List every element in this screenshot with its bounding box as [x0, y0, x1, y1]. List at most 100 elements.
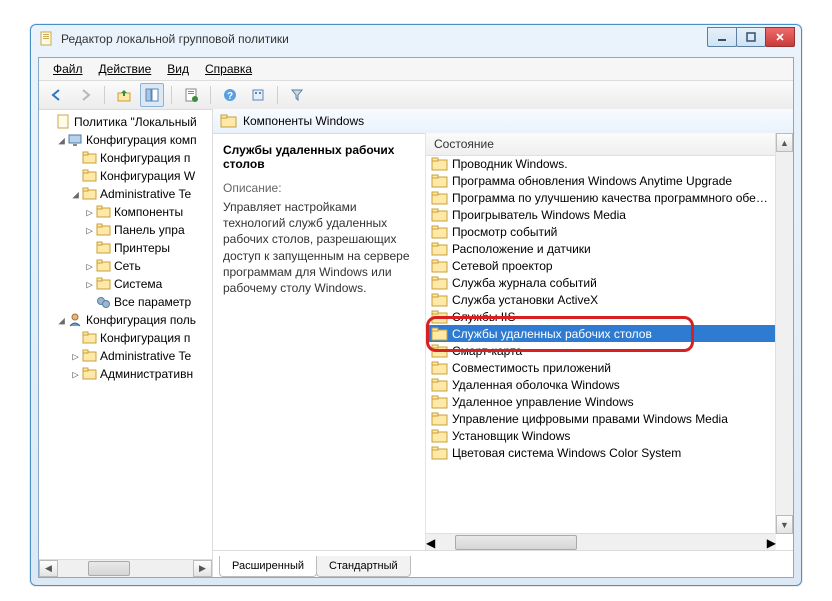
desc-text: Управляет настройками технологий служб у…: [223, 199, 415, 296]
scroll-left-button[interactable]: ◀: [426, 536, 435, 550]
scroll-right-button[interactable]: ▶: [193, 560, 212, 577]
list-item[interactable]: Удаленное управление Windows: [426, 393, 776, 410]
list-item-label: Сетевой проектор: [452, 259, 553, 273]
list-item[interactable]: Расположение и датчики: [426, 240, 776, 257]
list-item[interactable]: Службы IIS: [426, 308, 776, 325]
toolbar-separator: [210, 86, 211, 104]
list-hscroll[interactable]: ◀ ▶: [426, 533, 776, 551]
tree-hscroll[interactable]: ◀ ▶: [39, 559, 212, 577]
list-vscroll[interactable]: ▲ ▼: [775, 133, 793, 534]
list-item[interactable]: Просмотр событий: [426, 223, 776, 240]
tree-item[interactable]: Конфигурация W: [39, 167, 212, 185]
properties-button[interactable]: [179, 83, 203, 107]
folder-icon: [432, 360, 448, 376]
scroll-thumb[interactable]: [88, 561, 130, 576]
toolbar-separator: [277, 86, 278, 104]
list-item[interactable]: Установщик Windows: [426, 427, 776, 444]
tree-admin-templates[interactable]: ◢Administrative Te: [39, 185, 212, 203]
list-item[interactable]: Службы удаленных рабочих столов: [426, 325, 776, 342]
scroll-up-button[interactable]: ▲: [776, 133, 793, 152]
tree-item[interactable]: ▷Административн: [39, 365, 212, 383]
folder-icon: [432, 275, 448, 291]
folder-icon: [432, 394, 448, 410]
window-frame: Редактор локальной групповой политики Фа…: [30, 24, 802, 586]
list-item[interactable]: Сетевой проектор: [426, 257, 776, 274]
menu-help[interactable]: Справка: [197, 58, 260, 80]
scroll-left-button[interactable]: ◀: [39, 560, 58, 577]
minimize-button[interactable]: [707, 27, 737, 47]
menu-file[interactable]: Файл: [45, 58, 91, 80]
list-item[interactable]: Смарт-карта: [426, 342, 776, 359]
tree-item[interactable]: ▷Administrative Te: [39, 347, 212, 365]
folder-icon: [432, 241, 448, 257]
list-item[interactable]: Удаленная оболочка Windows: [426, 376, 776, 393]
list-item-label: Программа обновления Windows Anytime Upg…: [452, 174, 732, 188]
toolbar: ?: [39, 81, 793, 110]
breadcrumb: Компоненты Windows: [213, 109, 793, 134]
tree-item[interactable]: Конфигурация п: [39, 149, 212, 167]
svg-text:?: ?: [227, 91, 233, 102]
item-list: Проводник Windows. Программа обновления W…: [426, 155, 776, 534]
app-icon: [39, 31, 55, 47]
list-item-label: Установщик Windows: [452, 429, 570, 443]
tree-item[interactable]: ▷Панель упра: [39, 221, 212, 239]
list-item-label: Службы удаленных рабочих столов: [452, 327, 652, 341]
scroll-right-button[interactable]: ▶: [767, 536, 776, 550]
up-level-button[interactable]: [112, 83, 136, 107]
client-area: Файл Действие Вид Справка ? Политика "Ло…: [38, 57, 794, 578]
help-button[interactable]: ?: [218, 83, 242, 107]
folder-icon: [432, 258, 448, 274]
list-item-label: Расположение и датчики: [452, 242, 591, 256]
filter-button[interactable]: [285, 83, 309, 107]
toolbar-separator: [171, 86, 172, 104]
nav-forward-button[interactable]: [73, 83, 97, 107]
titlebar[interactable]: Редактор локальной групповой политики: [31, 25, 801, 53]
tree-computer-config[interactable]: ◢Конфигурация комп: [39, 131, 212, 149]
folder-icon: [432, 224, 448, 240]
list-item-label: Удаленное управление Windows: [452, 395, 634, 409]
list-panel: Состояние Проводник Windows. Программа об…: [426, 133, 793, 551]
list-item-label: Служба журнала событий: [452, 276, 597, 290]
maximize-button[interactable]: [736, 27, 766, 47]
folder-icon: [432, 326, 448, 342]
list-item[interactable]: Проигрыватель Windows Media: [426, 206, 776, 223]
list-item-label: Проводник Windows.: [452, 157, 568, 171]
list-item[interactable]: Служба установки ActiveX: [426, 291, 776, 308]
tab-extended[interactable]: Расширенный: [219, 556, 317, 577]
tree-components[interactable]: ▷Компоненты: [39, 203, 212, 221]
list-item[interactable]: Программа по улучшению качества программ…: [426, 189, 776, 206]
list-item-label: Служба установки ActiveX: [452, 293, 598, 307]
folder-icon: [432, 156, 448, 172]
list-item-label: Программа по улучшению качества программ…: [452, 191, 768, 205]
list-item[interactable]: Служба журнала событий: [426, 274, 776, 291]
tab-standard[interactable]: Стандартный: [316, 556, 411, 577]
toolbar-separator: [104, 86, 105, 104]
list-item[interactable]: Совместимость приложений: [426, 359, 776, 376]
scroll-thumb[interactable]: [455, 535, 577, 550]
folder-icon: [221, 113, 237, 129]
tree-item[interactable]: Принтеры: [39, 239, 212, 257]
content-pane: Компоненты Windows Службы удаленных рабо…: [213, 109, 793, 577]
options-button[interactable]: [246, 83, 270, 107]
tree-item[interactable]: ▷Система: [39, 275, 212, 293]
tree-root[interactable]: Политика "Локальный: [39, 113, 212, 131]
nav-back-button[interactable]: [45, 83, 69, 107]
list-item[interactable]: Программа обновления Windows Anytime Upg…: [426, 172, 776, 189]
menu-view[interactable]: Вид: [159, 58, 197, 80]
show-tree-button[interactable]: [140, 83, 164, 107]
desc-title: Службы удаленных рабочих столов: [223, 143, 415, 171]
list-item-label: Удаленная оболочка Windows: [452, 378, 620, 392]
list-item[interactable]: Проводник Windows.: [426, 155, 776, 172]
scroll-down-button[interactable]: ▼: [776, 515, 793, 534]
tree-pane: Политика "Локальный ◢Конфигурация комп К…: [39, 109, 213, 577]
list-column-header[interactable]: Состояние: [426, 133, 793, 156]
tree-user-config[interactable]: ◢Конфигурация поль: [39, 311, 212, 329]
list-item[interactable]: Цветовая система Windows Color System: [426, 444, 776, 461]
tree-item[interactable]: ▷Сеть: [39, 257, 212, 275]
menu-action[interactable]: Действие: [91, 58, 160, 80]
description-panel: Службы удаленных рабочих столов Описание…: [213, 133, 426, 551]
close-button[interactable]: [765, 27, 795, 47]
tree-all-settings[interactable]: Все параметр: [39, 293, 212, 311]
list-item[interactable]: Управление цифровыми правами Windows Med…: [426, 410, 776, 427]
tree-item[interactable]: Конфигурация п: [39, 329, 212, 347]
